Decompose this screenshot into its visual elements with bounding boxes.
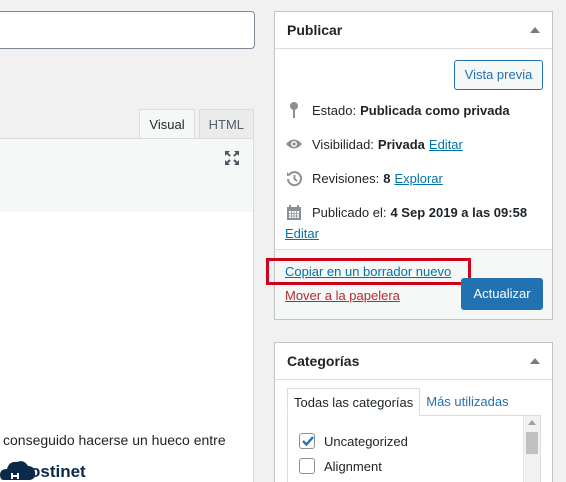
- category-item[interactable]: Uncategorized: [299, 433, 408, 449]
- categories-box: Categorías Todas las categorías Más util…: [274, 342, 553, 482]
- pin-icon: [285, 101, 303, 119]
- svg-text:ostinet: ostinet: [30, 462, 86, 481]
- editor-text: conseguido hacerse un hueco entre: [3, 432, 226, 448]
- visibility-row: Visibilidad: Privada Editar: [285, 135, 463, 153]
- editor-toolbar: [0, 138, 254, 213]
- categories-box-title: Categorías: [287, 353, 360, 369]
- visibility-label: Visibilidad:: [312, 136, 374, 152]
- date-edit-link[interactable]: Editar: [285, 226, 319, 241]
- category-label: Alignment: [324, 458, 382, 474]
- publish-box-header[interactable]: Publicar: [275, 12, 552, 49]
- eye-icon: [285, 135, 303, 153]
- category-item[interactable]: Alignment: [299, 458, 382, 474]
- status-row: Estado: Publicada como privada: [285, 101, 510, 119]
- category-scrollbar[interactable]: [523, 416, 540, 482]
- highlight-annotation: [266, 258, 471, 285]
- scroll-thumb[interactable]: [526, 432, 538, 454]
- collapse-arrow-icon[interactable]: [530, 27, 540, 33]
- revisions-label: Revisiones:: [312, 170, 380, 186]
- tab-all-categories[interactable]: Todas las categorías: [287, 388, 421, 416]
- published-row: Publicado el: 4 Sep 2019 a las 09:58: [285, 203, 527, 221]
- tab-most-used[interactable]: Más utilizadas: [420, 388, 514, 416]
- fullscreen-icon[interactable]: [224, 150, 240, 166]
- category-tabs: Todas las categorías Más utilizadas: [287, 388, 515, 416]
- publish-actions: Copiar en un borrador nuevo Mover a la p…: [266, 249, 552, 319]
- category-checkbox-checked[interactable]: [299, 433, 315, 449]
- status-value: Publicada como privada: [360, 102, 510, 118]
- revisions-icon: [285, 169, 303, 187]
- move-to-trash-link[interactable]: Mover a la papelera: [285, 288, 400, 303]
- visibility-value: Privada: [377, 136, 425, 152]
- status-label: Estado:: [312, 102, 357, 118]
- update-button[interactable]: Actualizar: [461, 278, 543, 310]
- post-title-input[interactable]: [0, 11, 255, 49]
- collapse-arrow-icon[interactable]: [530, 358, 540, 364]
- preview-button[interactable]: Vista previa: [454, 60, 543, 90]
- published-label: Publicado el:: [312, 204, 387, 220]
- tab-html[interactable]: HTML: [198, 109, 254, 139]
- editor-tabs: Visual HTML: [139, 109, 254, 139]
- calendar-icon: [285, 203, 303, 221]
- publish-box: Publicar Vista previa Estado: Publicada …: [266, 11, 553, 320]
- category-checklist: Uncategorized Alignment: [287, 415, 541, 482]
- revisions-browse-link[interactable]: Explorar: [394, 171, 442, 186]
- hostinet-logo: ostinet: [0, 451, 110, 482]
- revisions-row: Revisiones: 8 Explorar: [285, 169, 443, 187]
- publish-box-title: Publicar: [287, 22, 343, 38]
- category-checkbox[interactable]: [299, 458, 315, 474]
- categories-box-header[interactable]: Categorías: [275, 343, 552, 380]
- category-label: Uncategorized: [324, 433, 408, 449]
- tab-visual[interactable]: Visual: [139, 109, 195, 139]
- revisions-value: 8: [383, 170, 391, 186]
- visibility-edit-link[interactable]: Editar: [429, 137, 463, 152]
- published-value: 4 Sep 2019 a las 09:58: [390, 204, 528, 220]
- scroll-up-arrow-icon[interactable]: [528, 420, 536, 425]
